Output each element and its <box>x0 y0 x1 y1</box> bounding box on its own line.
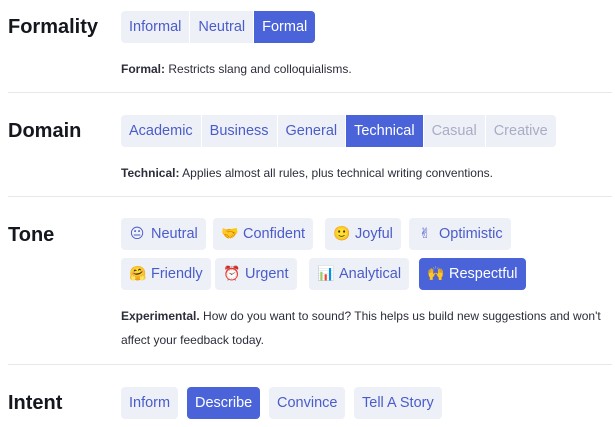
tone-chip-label: Joyful <box>355 226 393 242</box>
tone-chip-neutral[interactable]: 😐 Neutral <box>121 218 206 250</box>
domain-option-general[interactable]: General <box>277 115 347 147</box>
intent-option-tell-a-story[interactable]: Tell A Story <box>354 387 442 419</box>
domain-description-text: Applies almost all rules, plus technical… <box>179 166 493 180</box>
intent-option-describe[interactable]: Describe <box>187 387 261 419</box>
domain-option-technical[interactable]: Technical <box>346 115 424 147</box>
formality-description: Formal: Restricts slang and colloquialis… <box>121 57 352 81</box>
intent-section: Intent Inform Describe Convince Tell A S… <box>8 387 612 421</box>
intent-heading: Intent <box>8 392 63 414</box>
tone-chip-optimistic[interactable]: ✌ Optimistic <box>409 218 511 250</box>
domain-option-creative: Creative <box>485 115 556 147</box>
victory-hand-icon: ✌ <box>419 226 431 242</box>
tone-heading: Tone <box>8 224 55 246</box>
formality-heading: Formality <box>8 16 99 38</box>
hugging-face-icon: 🤗 <box>129 266 147 282</box>
divider <box>8 364 612 365</box>
smiling-face-icon: 🙂 <box>333 226 351 242</box>
raised-hands-icon: 🙌 <box>427 266 445 282</box>
tone-section: Tone 😐 Neutral 🤝 Confident 🙂 Joyful ✌ Optimi… <box>8 218 612 358</box>
formality-description-label: Formal: <box>121 62 166 76</box>
domain-heading: Domain <box>8 120 82 142</box>
tone-chip-analytical[interactable]: 📊 Analytical <box>309 258 410 290</box>
formality-description-text: Restricts slang and colloquialisms. <box>165 62 352 76</box>
domain-description: Technical: Applies almost all rules, plu… <box>121 161 493 185</box>
tone-chip-label: Urgent <box>245 266 289 282</box>
divider <box>8 92 612 93</box>
divider <box>8 196 612 197</box>
formality-segmented-control: Informal Neutral Formal <box>121 11 316 43</box>
formality-option-neutral[interactable]: Neutral <box>190 11 255 43</box>
domain-option-business[interactable]: Business <box>201 115 278 147</box>
domain-section: Domain Academic Business General Technic… <box>8 115 612 195</box>
tone-chip-label: Neutral <box>151 226 198 242</box>
intent-option-label: Tell A Story <box>362 395 434 411</box>
bar-chart-icon: 📊 <box>317 266 335 282</box>
domain-option-academic[interactable]: Academic <box>121 115 202 147</box>
tone-chip-confident[interactable]: 🤝 Confident <box>213 218 314 250</box>
tone-description-label: Experimental. <box>121 309 200 323</box>
formality-section: Formality Informal Neutral Formal Formal… <box>8 11 612 91</box>
tone-chip-joyful[interactable]: 🙂 Joyful <box>325 218 401 250</box>
formality-option-informal[interactable]: Informal <box>121 11 191 43</box>
tone-chip-label: Analytical <box>339 266 402 282</box>
intent-option-convince[interactable]: Convince <box>269 387 346 419</box>
alarm-clock-icon: ⏰ <box>223 266 241 282</box>
tone-chip-label: Respectful <box>449 266 518 282</box>
tone-chip-urgent[interactable]: ⏰ Urgent <box>215 258 297 290</box>
handshake-icon: 🤝 <box>221 226 239 242</box>
intent-option-inform[interactable]: Inform <box>121 387 179 419</box>
formality-option-formal[interactable]: Formal <box>254 11 316 43</box>
domain-description-label: Technical: <box>121 166 180 180</box>
tone-chip-respectful[interactable]: 🙌 Respectful <box>419 258 526 290</box>
tone-chip-label: Optimistic <box>439 226 503 242</box>
intent-option-label: Describe <box>195 395 253 411</box>
tone-chip-friendly[interactable]: 🤗 Friendly <box>121 258 211 290</box>
neutral-face-icon: 😐 <box>129 226 145 242</box>
intent-option-label: Inform <box>129 395 171 411</box>
intent-option-label: Convince <box>277 395 338 411</box>
domain-segmented-control: Academic Business General Technical Casu… <box>121 115 556 147</box>
tone-chip-label: Confident <box>243 226 306 242</box>
tone-chip-label: Friendly <box>151 266 203 282</box>
domain-option-casual: Casual <box>423 115 486 147</box>
tone-description: Experimental. How do you want to sound? … <box>121 304 601 352</box>
